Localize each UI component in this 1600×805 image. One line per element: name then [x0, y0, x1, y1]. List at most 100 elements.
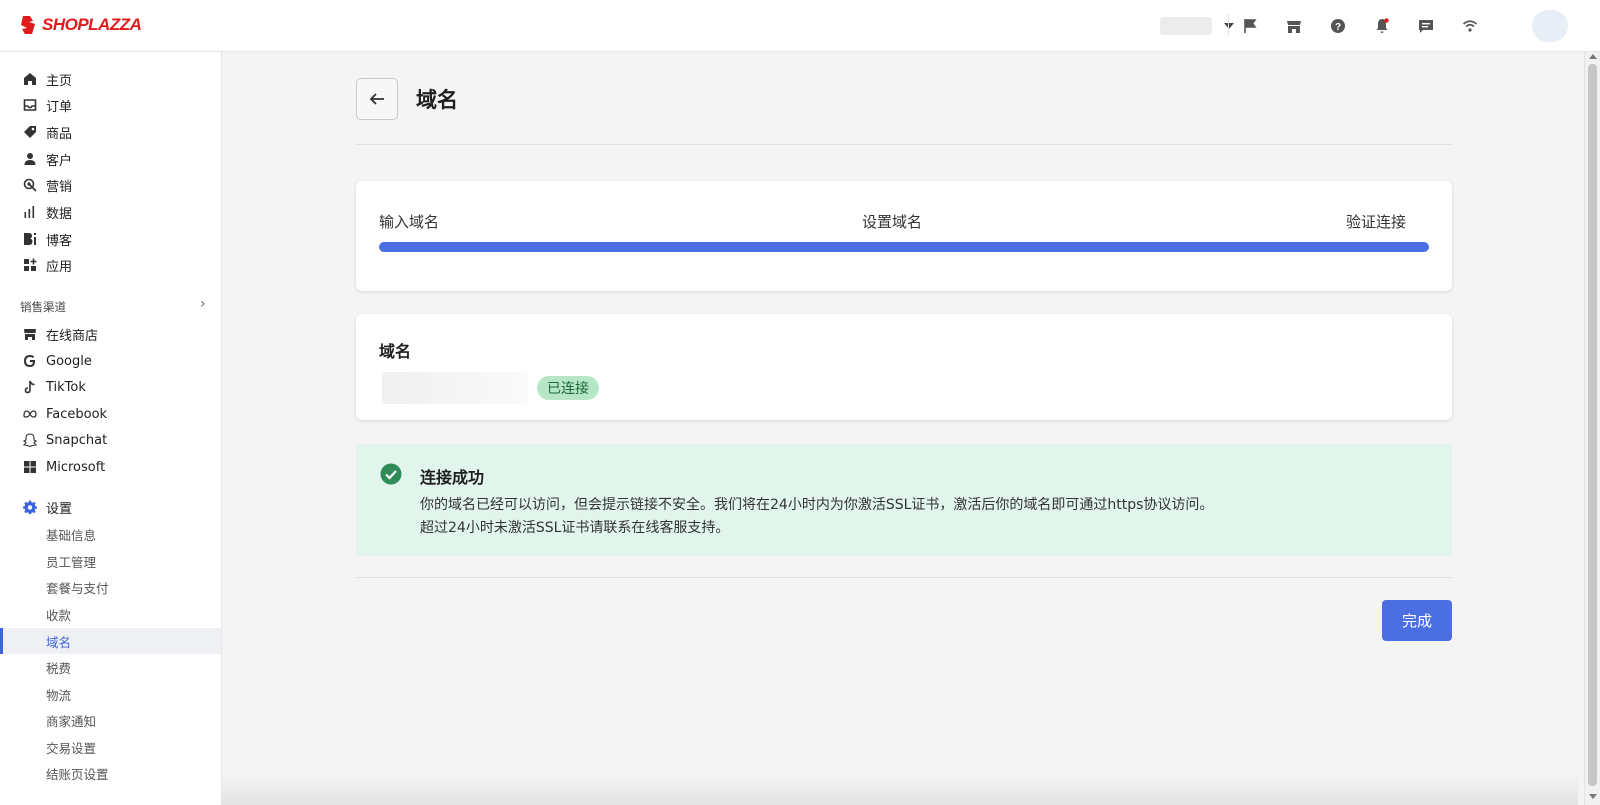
done-button[interactable]: 完成	[1382, 600, 1452, 641]
settings-item-transactions[interactable]: 交易设置	[0, 734, 221, 760]
flag-icon[interactable]	[1238, 14, 1262, 38]
sidebar-item-tiktok[interactable]: TikTok	[0, 374, 221, 400]
sidebar-item-label: 客户	[46, 153, 73, 169]
sidebar-item-label: 应用	[46, 259, 73, 275]
header-divider	[356, 144, 1452, 145]
sidebar-item-apps[interactable]: 应用	[0, 252, 221, 278]
settings-item-label: 域名	[46, 634, 72, 650]
sidebar-item-orders[interactable]: 订单	[0, 92, 221, 118]
sidebar-item-label: 商品	[46, 126, 73, 142]
banner-title: 连接成功	[420, 468, 485, 487]
settings-item-checkout[interactable]: 结账页设置	[0, 760, 221, 786]
sidebar-item-blog[interactable]: 博客	[0, 226, 221, 252]
arrow-left-icon	[369, 93, 384, 105]
meta-icon	[22, 406, 38, 422]
bell-icon[interactable]	[1370, 14, 1394, 38]
banner-message-line1: 你的域名已经可以访问，但会提示链接不安全。我们将在24小时内为你激活SSL证书，…	[420, 497, 1214, 513]
shoplazza-logo[interactable]: SHOPLAZZA	[20, 14, 142, 36]
logo-mark-icon	[21, 16, 35, 34]
settings-item-shipping[interactable]: 物流	[0, 681, 221, 707]
settings-item-plan-billing[interactable]: 套餐与支付	[0, 574, 221, 600]
step-verify-connection: 验证连接	[1346, 213, 1407, 231]
sidebar-item-settings[interactable]: 设置	[0, 494, 221, 520]
sidebar-item-snapchat[interactable]: Snapchat	[0, 427, 221, 453]
sidebar-item-label: Microsoft	[46, 459, 106, 475]
store-name-redacted	[1160, 17, 1212, 35]
chevron-down-icon	[1224, 23, 1234, 29]
sidebar-item-label: 营销	[46, 179, 73, 195]
store-icon[interactable]	[1282, 14, 1306, 38]
person-icon	[22, 151, 38, 167]
banner-message-line2: 超过24小时未激活SSL证书请联系在线客服支持。	[420, 520, 730, 536]
active-indicator	[0, 628, 3, 654]
google-icon	[22, 353, 38, 369]
sidebar-item-home[interactable]: 主页	[0, 66, 221, 92]
sidebar-item-products[interactable]: 商品	[0, 119, 221, 145]
scroll-thumb[interactable]	[1588, 64, 1597, 786]
domain-card: 域名 已连接	[356, 314, 1452, 420]
progress-bar	[379, 242, 1429, 252]
sidebar-item-facebook[interactable]: Facebook	[0, 401, 221, 427]
topbar-divider	[1228, 14, 1229, 36]
main-content: 域名 输入域名 设置域名 验证连接 域名 已连接 连接成功 你的域名已经可以访问…	[222, 52, 1578, 805]
scrollbar[interactable]	[1584, 52, 1600, 805]
status-badge: 已连接	[537, 376, 599, 400]
logo-text: SHOPLAZZA	[42, 15, 142, 34]
snapchat-icon	[22, 432, 38, 448]
blog-icon	[22, 231, 38, 247]
store-icon	[22, 326, 38, 342]
sidebar-item-label: Google	[46, 353, 92, 369]
sales-channels-title: 销售渠道	[20, 300, 66, 314]
settings-item-basic-info[interactable]: 基础信息	[0, 521, 221, 547]
sidebar-item-microsoft[interactable]: Microsoft	[0, 454, 221, 480]
settings-item-payments[interactable]: 收款	[0, 601, 221, 627]
sidebar-item-customers[interactable]: 客户	[0, 146, 221, 172]
settings-item-domains[interactable]: 域名	[0, 628, 221, 654]
top-bar: SHOPLAZZA ?	[0, 0, 1600, 52]
settings-item-notifications[interactable]: 商家通知	[0, 707, 221, 733]
sidebar: 主页 订单 商品 客户 营销 数据 博客 应用 销售渠道 › 在线商店 Goog…	[0, 52, 222, 805]
sidebar-item-label: 博客	[46, 233, 73, 249]
sidebar-item-google[interactable]: Google	[0, 348, 221, 374]
avatar[interactable]	[1532, 10, 1568, 42]
sidebar-item-label: TikTok	[46, 379, 86, 395]
domain-name-redacted	[382, 372, 528, 404]
sidebar-item-label: Snapchat	[46, 432, 108, 448]
svg-text:?: ?	[1335, 22, 1341, 33]
tag-icon	[22, 124, 38, 140]
sidebar-item-label: Facebook	[46, 406, 108, 422]
footer-divider	[356, 577, 1452, 578]
sidebar-item-label: 主页	[46, 73, 73, 89]
bar-chart-icon	[22, 204, 38, 220]
message-icon[interactable]	[1414, 14, 1438, 38]
sidebar-item-label: 数据	[46, 206, 73, 222]
scroll-up-arrow-icon[interactable]	[1589, 54, 1597, 59]
step-enter-domain: 输入域名	[379, 213, 440, 231]
sidebar-item-analytics[interactable]: 数据	[0, 199, 221, 225]
inbox-icon	[22, 97, 38, 113]
check-circle-icon	[380, 463, 402, 485]
sidebar-item-marketing[interactable]: 营销	[0, 172, 221, 198]
marketing-icon	[22, 177, 38, 193]
chevron-right-icon[interactable]: ›	[200, 296, 206, 312]
steps-card: 输入域名 设置域名 验证连接	[356, 181, 1452, 291]
gear-icon	[22, 499, 38, 515]
store-selector[interactable]	[1160, 16, 1234, 36]
home-icon	[22, 71, 38, 87]
help-icon[interactable]: ?	[1326, 14, 1350, 38]
scroll-down-arrow-icon[interactable]	[1589, 794, 1597, 799]
microsoft-icon	[22, 459, 38, 475]
apps-icon	[22, 257, 38, 273]
back-button[interactable]	[356, 78, 398, 120]
settings-item-taxes[interactable]: 税费	[0, 654, 221, 680]
step-setup-domain: 设置域名	[862, 213, 923, 231]
sidebar-item-label: 订单	[46, 99, 73, 115]
success-banner: 连接成功 你的域名已经可以访问，但会提示链接不安全。我们将在24小时内为你激活S…	[356, 444, 1452, 556]
page-title: 域名	[416, 88, 458, 112]
sidebar-item-label: 设置	[46, 501, 73, 517]
sidebar-item-online-store[interactable]: 在线商店	[0, 321, 221, 347]
bottom-fade	[222, 774, 1578, 805]
domain-card-heading: 域名	[379, 342, 412, 361]
wifi-icon[interactable]	[1458, 14, 1482, 38]
settings-item-staff[interactable]: 员工管理	[0, 548, 221, 574]
